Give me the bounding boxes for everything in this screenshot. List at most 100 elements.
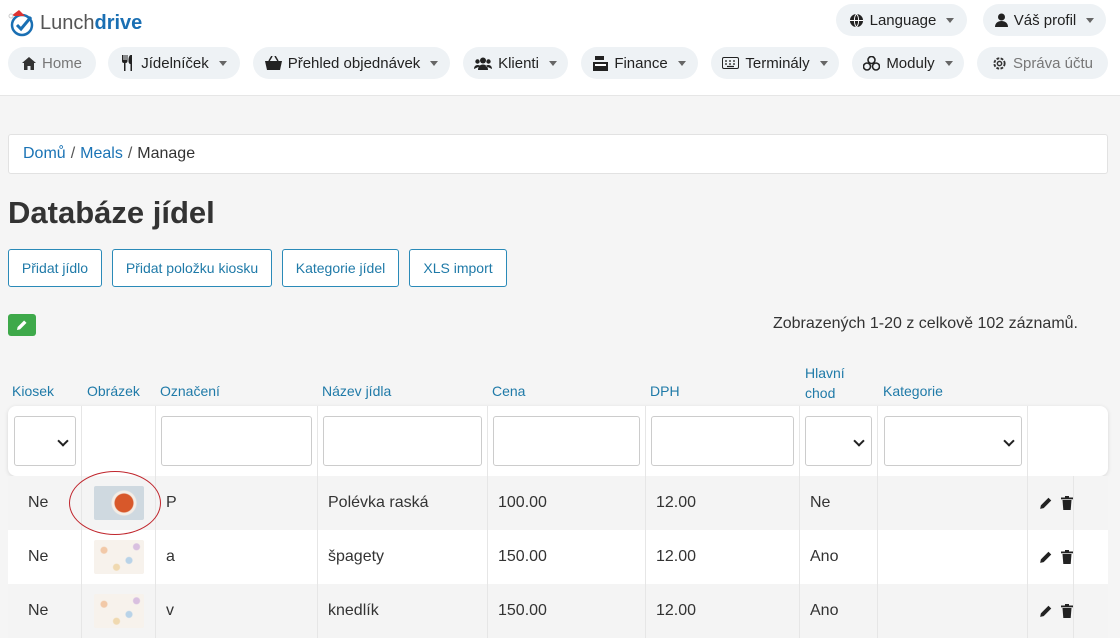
caret-down-icon: [1086, 17, 1095, 23]
breadcrumb-meals-link[interactable]: Meals: [80, 145, 123, 163]
keyboard-icon: [722, 57, 740, 69]
cell-category: [878, 530, 1028, 584]
category-filter-select[interactable]: [884, 416, 1022, 466]
caret-down-icon: [944, 60, 953, 66]
nav-finance-label: Finance: [614, 54, 668, 72]
table-row: Ne v knedlík 150.00 12.00 Ano: [8, 584, 1108, 638]
filter-cell-main-course: [800, 406, 878, 476]
filter-cell-price: [488, 406, 646, 476]
nav-modules[interactable]: Moduly: [852, 47, 964, 79]
xls-import-button[interactable]: XLS import: [409, 249, 507, 287]
caret-down-icon: [819, 60, 828, 66]
pencil-icon[interactable]: [1039, 496, 1053, 510]
filter-cell-code: [156, 406, 318, 476]
code-filter-input[interactable]: [161, 416, 312, 466]
nav-home-label: Home: [41, 54, 82, 72]
nav-terminals-label: Terminály: [745, 54, 810, 72]
add-kiosk-item-button[interactable]: Přidat položku kiosku: [112, 249, 272, 287]
meal-categories-button[interactable]: Kategorie jídel: [282, 249, 399, 287]
nav-terminals[interactable]: Terminály: [711, 47, 839, 79]
breadcrumb-home-link[interactable]: Domů: [23, 145, 66, 163]
column-header-category[interactable]: Kategorie: [883, 383, 943, 399]
nav-orders-label: Přehled objednávek: [287, 54, 421, 72]
globe-icon: [849, 13, 863, 27]
column-header-name[interactable]: Název jídla: [322, 383, 391, 399]
cell-kiosk: Ne: [8, 530, 82, 584]
column-header-main-course[interactable]: Hlavní chod: [805, 363, 845, 403]
nav-modules-label: Moduly: [886, 54, 935, 72]
table-row: Ne P Polévka raská 100.00 12.00 Ne: [8, 476, 1108, 530]
breadcrumb: Domů / Meals / Manage: [8, 134, 1108, 174]
nav-account-label: Správa účtu: [1012, 54, 1094, 72]
column-header-price[interactable]: Cena: [492, 383, 525, 399]
nav-finance[interactable]: Finance: [581, 47, 698, 79]
cell-name: Polévka raská: [318, 476, 488, 530]
cell-vat: 12.00: [646, 584, 800, 638]
column-header-main-course-line2: chod: [805, 385, 836, 401]
top-bar: Lunch drive Language Váš profil Home Jíde…: [0, 0, 1120, 96]
nav-orders[interactable]: Přehled objednávek: [253, 47, 450, 79]
nav-menu[interactable]: Jídelníček: [108, 47, 240, 79]
nav-account[interactable]: Správa účtu: [977, 47, 1108, 79]
cell-kiosk: Ne: [8, 476, 82, 530]
filter-cell-image: [82, 406, 156, 476]
caret-down-icon: [548, 60, 557, 66]
chevron-down-icon: [853, 435, 865, 447]
add-meal-button[interactable]: Přidat jídlo: [8, 249, 102, 287]
pencil-icon[interactable]: [1039, 604, 1053, 618]
filter-cell-kiosk: [8, 406, 82, 476]
gear-icon: [993, 56, 1006, 70]
cell-image: [82, 476, 156, 530]
breadcrumb-current: Manage: [137, 145, 196, 162]
price-filter-input[interactable]: [493, 416, 640, 466]
chevron-down-icon: [57, 435, 69, 447]
meal-image[interactable]: [94, 594, 144, 628]
nav-clients[interactable]: Klienti: [463, 47, 568, 79]
cell-main-course: Ano: [800, 530, 878, 584]
caret-down-icon: [218, 60, 227, 66]
column-header-vat[interactable]: DPH: [650, 383, 680, 399]
utensils-icon: [122, 55, 133, 71]
profile-label: Váš profil: [1013, 11, 1077, 29]
column-header-code[interactable]: Označení: [160, 383, 220, 399]
row-actions: [1039, 530, 1074, 584]
table-row: Ne a špagety 150.00 12.00 Ano: [8, 530, 1108, 584]
filter-cell-vat: [646, 406, 800, 476]
trash-icon[interactable]: [1061, 550, 1073, 564]
brand-name-part-a: Lunch: [40, 11, 95, 34]
chevron-down-icon: [1003, 435, 1015, 447]
cell-main-course: Ano: [800, 584, 878, 638]
main-course-filter-select[interactable]: [805, 416, 872, 466]
nav-menu-label: Jídelníček: [141, 54, 209, 72]
language-dropdown[interactable]: Language: [836, 4, 967, 36]
cash-register-icon: [593, 55, 609, 71]
nav-clients-label: Klienti: [498, 54, 539, 72]
home-icon: [21, 56, 36, 70]
caret-down-icon: [677, 60, 686, 66]
name-filter-input[interactable]: [323, 416, 482, 466]
cubes-icon: [863, 55, 881, 71]
brand-logo[interactable]: Lunch drive: [8, 8, 142, 38]
vat-filter-input[interactable]: [651, 416, 794, 466]
profile-dropdown[interactable]: Váš profil: [983, 4, 1106, 36]
meal-image[interactable]: [94, 486, 144, 520]
trash-icon[interactable]: [1061, 604, 1073, 618]
column-header-kiosk[interactable]: Kiosek: [12, 383, 54, 399]
logo-check-icon: [8, 10, 34, 37]
cell-code: v: [156, 584, 318, 638]
bulk-edit-button[interactable]: [8, 314, 36, 336]
cell-name: špagety: [318, 530, 488, 584]
cell-vat: 12.00: [646, 476, 800, 530]
cell-category: [878, 476, 1028, 530]
kiosk-filter-select[interactable]: [14, 416, 76, 466]
trash-icon[interactable]: [1061, 496, 1073, 510]
language-label: Language: [869, 11, 937, 29]
column-header-image[interactable]: Obrázek: [87, 383, 140, 399]
nav-home[interactable]: Home: [8, 47, 96, 79]
meal-image[interactable]: [94, 540, 144, 574]
filter-cell-name: [318, 406, 488, 476]
cell-price: 150.00: [488, 584, 646, 638]
cell-code: a: [156, 530, 318, 584]
pencil-icon[interactable]: [1039, 550, 1053, 564]
breadcrumb-separator: /: [70, 145, 76, 162]
